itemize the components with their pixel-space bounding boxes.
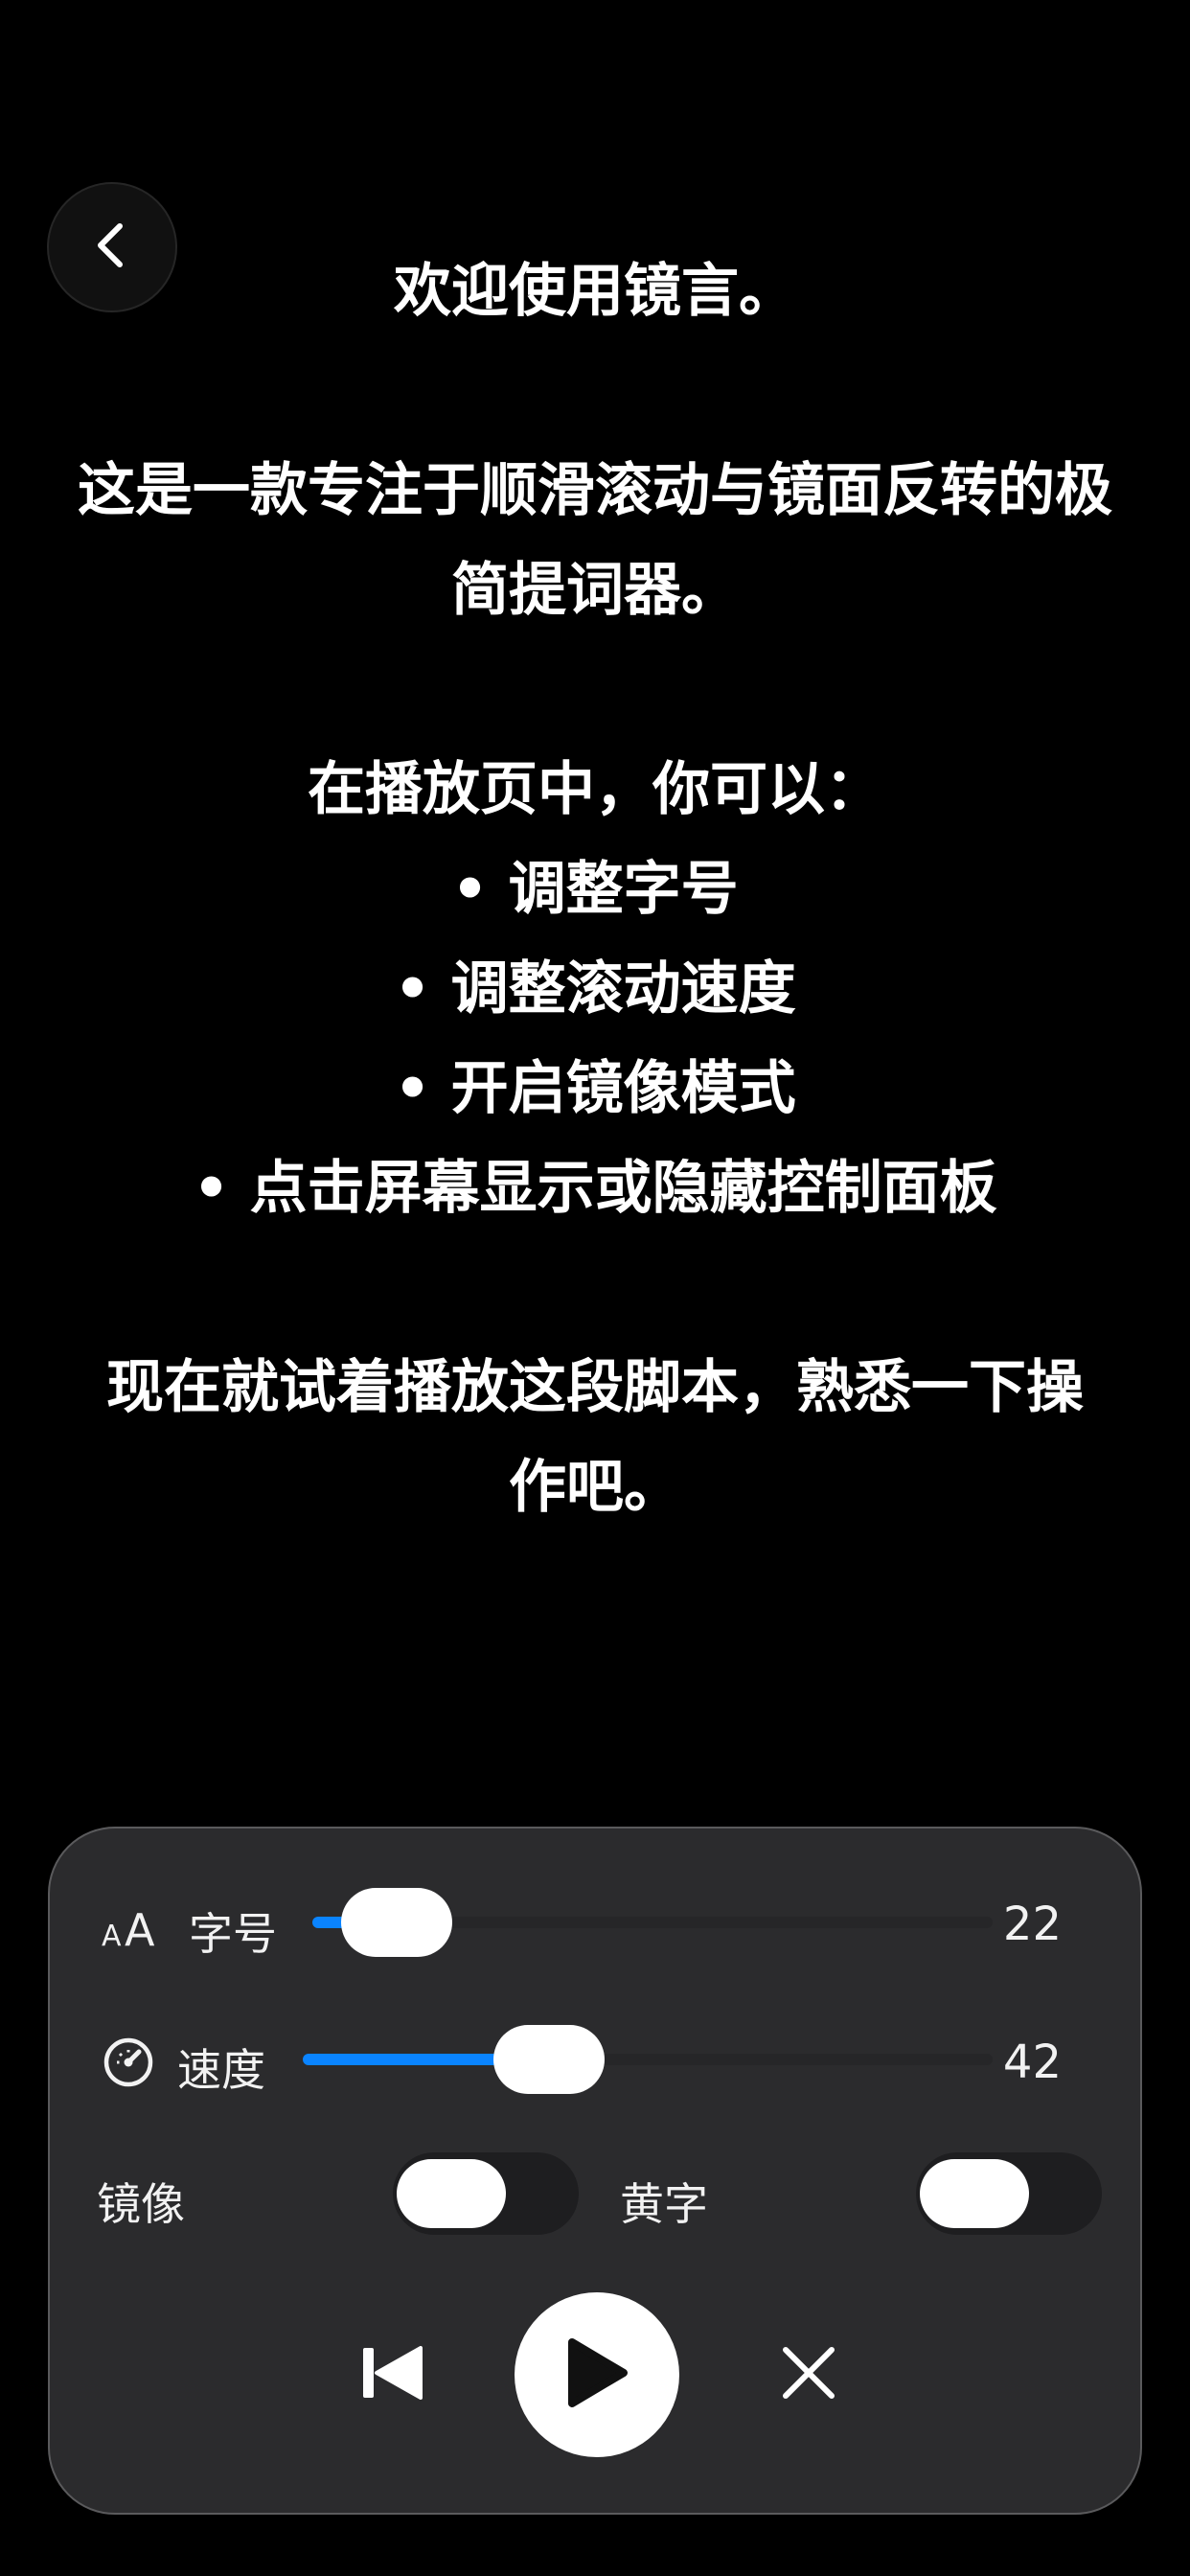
script-line: • 点击屏幕显示或隐藏控制面板 bbox=[193, 1155, 997, 1222]
font-size-icon: A A bbox=[100, 1899, 161, 1957]
speed-slider-thumb[interactable] bbox=[493, 2025, 606, 2094]
script-line: 简提词器。 bbox=[451, 557, 739, 624]
play-icon bbox=[564, 2336, 629, 2413]
rewind-button[interactable] bbox=[355, 2336, 431, 2413]
font-size-label: 字号 bbox=[189, 1908, 277, 1960]
font-size-slider[interactable] bbox=[312, 1888, 993, 1957]
script-line: • 调整字号 bbox=[451, 856, 739, 923]
speedometer-icon bbox=[100, 2034, 157, 2091]
teleprompter-script[interactable]: 欢迎使用镜言。 这是一款专注于顺滑滚动与镜面反转的极 简提词器。 在播放页中，你… bbox=[29, 242, 1161, 1537]
mirror-toggle[interactable] bbox=[393, 2152, 579, 2235]
font-size-slider-thumb[interactable] bbox=[340, 1888, 452, 1957]
play-button[interactable] bbox=[515, 2292, 679, 2457]
speed-slider[interactable] bbox=[303, 2025, 993, 2094]
script-line: • 开启镜像模式 bbox=[394, 1055, 796, 1122]
svg-text:A: A bbox=[125, 1904, 155, 1956]
script-line: • 调整滚动速度 bbox=[394, 955, 796, 1023]
svg-text:A: A bbox=[102, 1920, 122, 1953]
script-line: 这是一款专注于顺滑滚动与镜面反转的极 bbox=[78, 457, 1112, 524]
control-panel: A A 字号 22 速度 42 镜像 黄字 bbox=[48, 1827, 1142, 2515]
mirror-label: 镜像 bbox=[97, 2178, 185, 2230]
speed-label: 速度 bbox=[177, 2044, 265, 2096]
skip-to-start-icon bbox=[361, 2346, 424, 2404]
script-line: 在播放页中，你可以： bbox=[308, 756, 882, 823]
close-button[interactable] bbox=[770, 2336, 847, 2413]
close-icon bbox=[780, 2344, 837, 2405]
yellow-text-toggle[interactable] bbox=[916, 2152, 1102, 2235]
script-line: 现在就试着播放这段脚本，熟悉一下操 bbox=[106, 1354, 1084, 1421]
script-line: 欢迎使用镜言。 bbox=[394, 258, 796, 325]
speed-value: 42 bbox=[1002, 2036, 1062, 2089]
yellow-text-label: 黄字 bbox=[620, 2178, 708, 2230]
yellow-text-toggle-knob bbox=[920, 2159, 1029, 2228]
font-size-value: 22 bbox=[1002, 1898, 1062, 1951]
script-line: 作吧。 bbox=[509, 1454, 681, 1521]
mirror-toggle-knob bbox=[397, 2159, 506, 2228]
